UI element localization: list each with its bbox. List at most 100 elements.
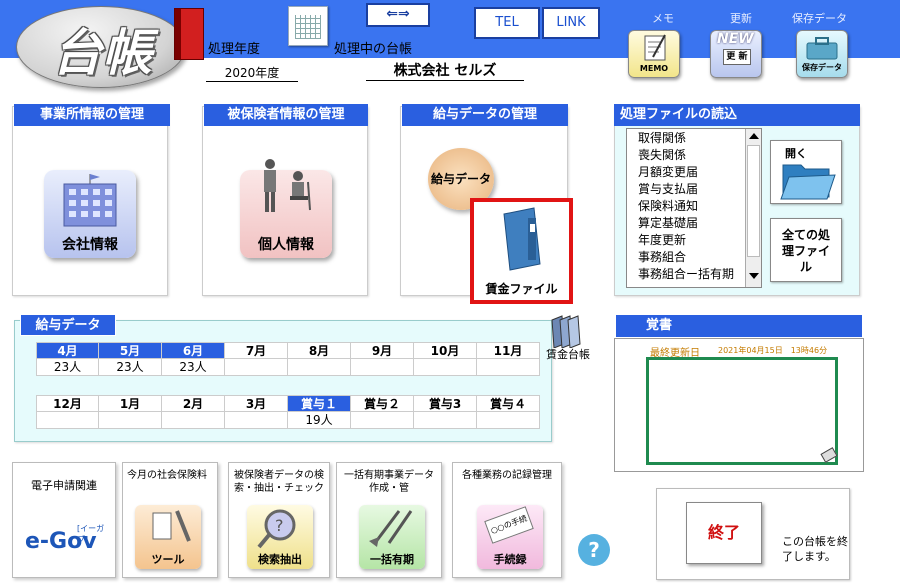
company-info-button[interactable]: 会社情報 bbox=[44, 170, 136, 258]
insured-panel-title: 被保険者情報の管理 bbox=[204, 104, 368, 126]
memo-label: メモ bbox=[652, 12, 674, 25]
salary-period-count: 23人 bbox=[99, 359, 162, 376]
file-list-item[interactable]: 月額変更届 bbox=[638, 164, 698, 181]
salary-period-tab[interactable]: 9月 bbox=[351, 342, 414, 359]
all-files-label: 全ての処理ファイル bbox=[781, 228, 830, 274]
toolbox-icon bbox=[806, 37, 838, 60]
personal-info-label: 個人情報 bbox=[258, 237, 314, 253]
wrench-icon bbox=[152, 510, 191, 542]
salary-period-tab[interactable]: 11月 bbox=[477, 342, 540, 359]
records-tool-title: 各種業務の記録管理 bbox=[462, 470, 552, 481]
salary-period-count bbox=[414, 412, 477, 429]
notes-textarea[interactable] bbox=[646, 357, 838, 465]
salary-period-tab[interactable]: 賞与3 bbox=[414, 395, 477, 412]
folder-open-icon bbox=[780, 164, 836, 200]
egov-logo-sub: [イーガブ] bbox=[77, 524, 105, 544]
notes-updated-value: 2021年04月15日 13時46分 bbox=[718, 346, 828, 355]
magnifier-icon: ? bbox=[257, 509, 296, 549]
records-icon: ○○の手続 手続録 bbox=[477, 505, 543, 569]
memo-button[interactable]: MEMO bbox=[628, 30, 680, 78]
salary-period-count bbox=[414, 359, 477, 376]
records-tool-box[interactable]: 各種業務の記録管理 ○○の手続 手続録 bbox=[452, 462, 562, 578]
scroll-down-icon[interactable] bbox=[749, 273, 759, 279]
scroll-up-icon[interactable] bbox=[749, 133, 759, 139]
salary-period-tab[interactable]: 7月 bbox=[225, 342, 288, 359]
salary-period-count bbox=[351, 359, 414, 376]
salary-period-tab[interactable]: 4月 bbox=[36, 342, 99, 359]
salary-period-tab[interactable]: 10月 bbox=[414, 342, 477, 359]
file-list-item[interactable]: 賞与支払届 bbox=[638, 181, 698, 198]
file-list-item[interactable]: 喪失関係 bbox=[638, 147, 686, 164]
svg-text:?: ? bbox=[275, 516, 284, 535]
salary-data-label: 給与データ bbox=[430, 172, 491, 186]
scroll-thumb[interactable] bbox=[747, 145, 760, 257]
egov-tool-title: 電子申請関連 bbox=[31, 479, 97, 492]
ledger-book-icon bbox=[174, 8, 204, 60]
search-extract-label: 検索抽出 bbox=[258, 553, 302, 566]
search-tool-title: 被保険者データの検索・抽出・チェック bbox=[234, 470, 324, 494]
exit-note: この台帳を終了します。 bbox=[782, 535, 848, 563]
file-list-item[interactable]: 算定基礎届 bbox=[638, 215, 698, 232]
lump-sum-icon: 一括有期 bbox=[359, 505, 425, 569]
salary-period-tab[interactable]: 賞与４ bbox=[477, 395, 540, 412]
salary-period-tab[interactable]: 6月 bbox=[162, 342, 225, 359]
link-button[interactable]: LINK bbox=[542, 7, 600, 39]
app-logo: 台帳 bbox=[16, 6, 186, 88]
salary-period-tab[interactable]: 8月 bbox=[288, 342, 351, 359]
help-icon[interactable]: ? bbox=[578, 534, 610, 566]
office-panel-title: 事業所情報の管理 bbox=[14, 104, 170, 126]
search-extract-icon: ? 検索抽出 bbox=[247, 505, 313, 569]
file-list-scrollbar[interactable] bbox=[745, 129, 761, 287]
file-list-item[interactable]: 事務組合ー括有期 bbox=[638, 266, 734, 283]
update-sub: 更 新 bbox=[723, 49, 751, 65]
egov-tool-box[interactable]: 電子申請関連 e-Gov [イーガブ] bbox=[12, 462, 116, 578]
salary-period-count: 23人 bbox=[162, 359, 225, 376]
building-icon bbox=[63, 174, 117, 227]
salary-period-tab[interactable]: 2月 bbox=[162, 395, 225, 412]
salary-period-tab[interactable]: 12月 bbox=[36, 395, 99, 412]
tel-button[interactable]: TEL bbox=[474, 7, 540, 39]
tool-icon: ツール bbox=[135, 505, 201, 569]
salary-period-count bbox=[477, 359, 540, 376]
open-file-button[interactable]: 開く bbox=[770, 140, 842, 204]
shovel-icon bbox=[369, 510, 413, 547]
all-files-button[interactable]: 全ての処理ファイル bbox=[770, 218, 842, 282]
salary-period-count bbox=[99, 412, 162, 429]
salary-period-tab[interactable]: 3月 bbox=[225, 395, 288, 412]
salary-period-count bbox=[162, 412, 225, 429]
people-icon bbox=[264, 159, 311, 212]
lump-sum-label: 一括有期 bbox=[370, 553, 414, 566]
wage-file-label: 賃金ファイル bbox=[485, 282, 558, 296]
save-data-sub: 保存データ bbox=[802, 63, 842, 72]
memo-sub: MEMO bbox=[639, 64, 669, 73]
salary-period-count bbox=[225, 359, 288, 376]
salary-period-count: 23人 bbox=[36, 359, 99, 376]
file-list-item[interactable]: 保険料通知 bbox=[638, 198, 698, 215]
salary-period-tab[interactable]: 賞与１ bbox=[288, 395, 351, 412]
wage-ledger-button[interactable] bbox=[546, 314, 590, 349]
salary-period-count bbox=[351, 412, 414, 429]
wage-file-button[interactable]: 賃金ファイル bbox=[470, 198, 573, 304]
personal-info-button[interactable]: 個人情報 bbox=[240, 159, 332, 258]
salary-period-count bbox=[36, 412, 99, 429]
exit-button[interactable]: 終了 bbox=[686, 502, 762, 564]
switch-arrow-button[interactable]: ⇐⇒ bbox=[366, 3, 430, 27]
tool-icon-label: ツール bbox=[151, 553, 185, 566]
update-button[interactable]: NEW 更 新 bbox=[710, 30, 762, 78]
records-note: ○○の手続 bbox=[484, 506, 534, 544]
salary-period-count bbox=[477, 412, 540, 429]
update-label: 更新 bbox=[730, 12, 752, 25]
file-list-item[interactable]: 取得関係 bbox=[638, 130, 686, 147]
file-list-item[interactable]: 事務組合 bbox=[638, 249, 686, 266]
lump-sum-tool-box[interactable]: 一括有期事業データ作成・管 一括有期 bbox=[336, 462, 442, 578]
save-data-button[interactable]: 保存データ bbox=[796, 30, 848, 78]
salary-period-tab[interactable]: 5月 bbox=[99, 342, 162, 359]
file-list-item[interactable]: 年度更新 bbox=[638, 232, 686, 249]
lump-sum-tool-title: 一括有期事業データ作成・管 bbox=[344, 470, 434, 494]
salary-period-tab[interactable]: 1月 bbox=[99, 395, 162, 412]
salary-data-title: 給与データ bbox=[20, 314, 116, 336]
file-list-title: 処理ファイルの読込 bbox=[614, 104, 860, 126]
search-tool-box[interactable]: 被保険者データの検索・抽出・チェック ? 検索抽出 bbox=[228, 462, 330, 578]
insurance-tool-box[interactable]: 今月の社会保険料 ツール bbox=[122, 462, 218, 578]
salary-period-tab[interactable]: 賞与２ bbox=[351, 395, 414, 412]
